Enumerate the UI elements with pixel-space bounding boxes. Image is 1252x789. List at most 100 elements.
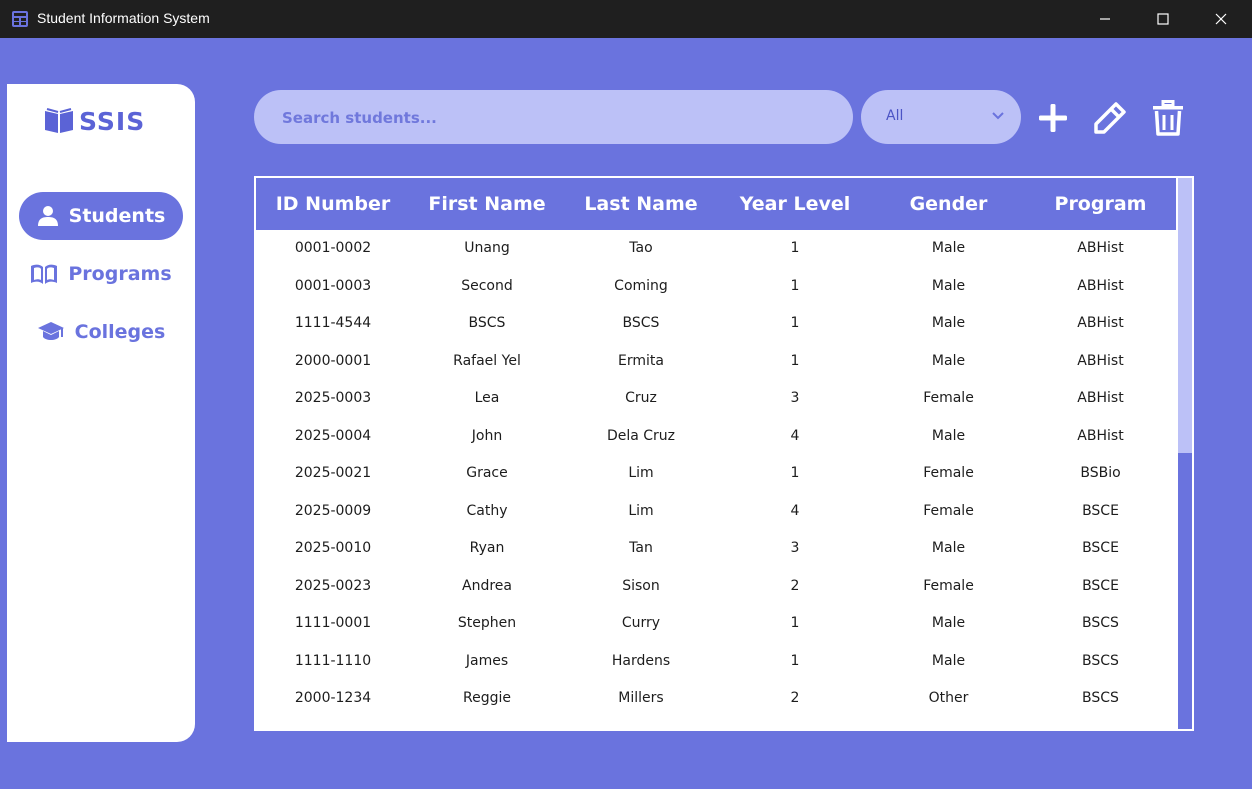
table-cell: Lim (628, 465, 654, 481)
table-cell: BSCE (1082, 502, 1119, 519)
table-cell: Female (923, 577, 974, 594)
table-cell: Male (931, 277, 966, 294)
sidebar-item-programs[interactable]: Programs (19, 250, 183, 298)
sidebar-item-students[interactable]: Students (19, 192, 183, 240)
table-cell: Lea (474, 390, 500, 406)
column-header[interactable]: Program (1025, 178, 1176, 230)
table-cell: 0001-0003 (294, 277, 372, 294)
table-cell: Cathy (466, 502, 508, 519)
column-header[interactable]: First Name (410, 178, 564, 230)
table-cell: Grace (466, 465, 508, 481)
table-cell: Lim (628, 502, 654, 519)
table-header: ID Number First Name Last Name Year Leve… (256, 178, 1176, 230)
table-cell: 3 (790, 390, 800, 406)
table-cell: 1 (790, 277, 800, 294)
table-row[interactable]: 0001-0003 Second Coming 1 Male ABHist (256, 268, 1176, 306)
table-cell: ABHist (1077, 390, 1124, 406)
column-header[interactable]: ID Number (256, 178, 410, 230)
students-table[interactable]: ID Number First Name Last Name Year Leve… (254, 176, 1194, 731)
add-icon (1039, 104, 1067, 132)
filter-dropdown[interactable]: All (861, 90, 1021, 144)
table-cell: 1111-0001 (294, 615, 372, 631)
sidebar-item-label: Students (68, 205, 166, 227)
table-cell: BSCS (1082, 615, 1119, 631)
table-cell: Female (923, 502, 974, 519)
table-cell: BSCS (622, 315, 660, 331)
table-cell: Ryan (469, 540, 505, 556)
table-cell: 1111-4544 (294, 315, 372, 331)
table-cell: 0001-0002 (294, 240, 372, 256)
table-cell: Sison (622, 577, 660, 594)
sidebar: SSIS Students Programs Colleges (7, 84, 195, 742)
minimize-button[interactable] (1076, 0, 1134, 38)
table-row[interactable]: 2025-0003 Lea Cruz 3 Female ABHist (256, 380, 1176, 418)
table-cell: 3 (790, 540, 800, 556)
table-row[interactable]: 2025-0021 Grace Lim 1 Female BSBio (256, 455, 1176, 493)
table-cell: Hardens (611, 652, 671, 669)
table-cell: 1 (790, 615, 800, 631)
table-row[interactable]: 1111-1110 James Hardens 1 Male BSCS (256, 643, 1176, 681)
table-cell: ABHist (1077, 277, 1124, 294)
close-button[interactable] (1192, 0, 1250, 38)
maximize-icon (1157, 13, 1169, 25)
chevron-down-icon (992, 112, 1004, 120)
table-cell: Female (923, 465, 974, 481)
table-cell: Unang (464, 240, 510, 256)
table-cell: ABHist (1077, 427, 1124, 444)
table-cell: James (465, 652, 509, 669)
vertical-scrollbar[interactable] (1178, 178, 1192, 729)
table-body: 0001-0002 Unang Tao 1 Male ABHist 0001-0003 Sec… (256, 230, 1176, 718)
table-row[interactable]: 2025-0010 Ryan Tan 3 Male BSCE (256, 530, 1176, 568)
table-row[interactable]: 0001-0002 Unang Tao 1 Male ABHist (256, 230, 1176, 268)
table-cell: ABHist (1077, 240, 1124, 256)
edit-button[interactable] (1090, 98, 1130, 138)
table-row[interactable]: 1111-4544 BSCS BSCS 1 Male ABHist (256, 305, 1176, 343)
graduation-cap-icon (37, 322, 64, 340)
sidebar-item-colleges[interactable]: Colleges (19, 308, 183, 356)
table-cell: 4 (790, 427, 800, 444)
table-cell: 1 (790, 315, 800, 331)
scrollbar-thumb[interactable] (1178, 178, 1192, 453)
table-cell: BSCE (1082, 577, 1119, 594)
table-cell: 2025-0010 (294, 540, 372, 556)
search-box[interactable] (254, 90, 853, 146)
table-cell: 2025-0021 (294, 465, 372, 481)
logo-text: SSIS (79, 106, 146, 136)
open-book-icon (45, 108, 73, 133)
table-cell: Female (923, 390, 974, 406)
window-title: Student Information System (37, 10, 210, 26)
search-input[interactable] (280, 90, 844, 146)
table-row[interactable]: 2025-0004 John Dela Cruz 4 Male ABHist (256, 418, 1176, 456)
table-cell: BSCS (1082, 652, 1119, 669)
delete-button[interactable] (1148, 98, 1188, 138)
table-row[interactable]: 2025-0023 Andrea Sison 2 Female BSCE (256, 568, 1176, 606)
add-button[interactable] (1033, 98, 1073, 138)
table-cell: Curry (621, 615, 661, 631)
table-cell: Dela Cruz (606, 427, 676, 444)
table-row[interactable]: 2025-0009 Cathy Lim 4 Female BSCE (256, 493, 1176, 531)
table-cell: John (471, 427, 503, 444)
table-cell: Male (931, 615, 966, 631)
table-cell: 2025-0023 (294, 577, 372, 594)
table-cell: Ermita (618, 352, 664, 369)
table-cell: Coming (614, 277, 668, 294)
table-row[interactable]: 2000-0001 Rafael Yel Ermita 1 Male ABHist (256, 343, 1176, 381)
person-icon (37, 206, 58, 226)
sidebar-item-label: Programs (68, 263, 172, 285)
table-row[interactable]: 1111-0001 Stephen Curry 1 Male BSCS (256, 605, 1176, 643)
table-cell: 2000-1234 (294, 690, 372, 706)
logo: SSIS (43, 106, 145, 136)
maximize-button[interactable] (1134, 0, 1192, 38)
table-cell: Cruz (625, 390, 657, 406)
table-cell: Tao (629, 240, 653, 256)
table-cell: 2025-0003 (294, 390, 372, 406)
table-cell: BSCS (1082, 690, 1119, 706)
table-row[interactable]: 2000-1234 Reggie Millers 2 Other BSCS (256, 680, 1176, 718)
table-cell: Male (931, 240, 966, 256)
column-header[interactable]: Last Name (564, 178, 718, 230)
table-cell: Rafael Yel (453, 352, 521, 369)
column-header[interactable]: Year Level (718, 178, 872, 230)
table-cell: 1111-1110 (294, 652, 372, 669)
column-header[interactable]: Gender (872, 178, 1025, 230)
table-cell: 1 (790, 465, 800, 481)
